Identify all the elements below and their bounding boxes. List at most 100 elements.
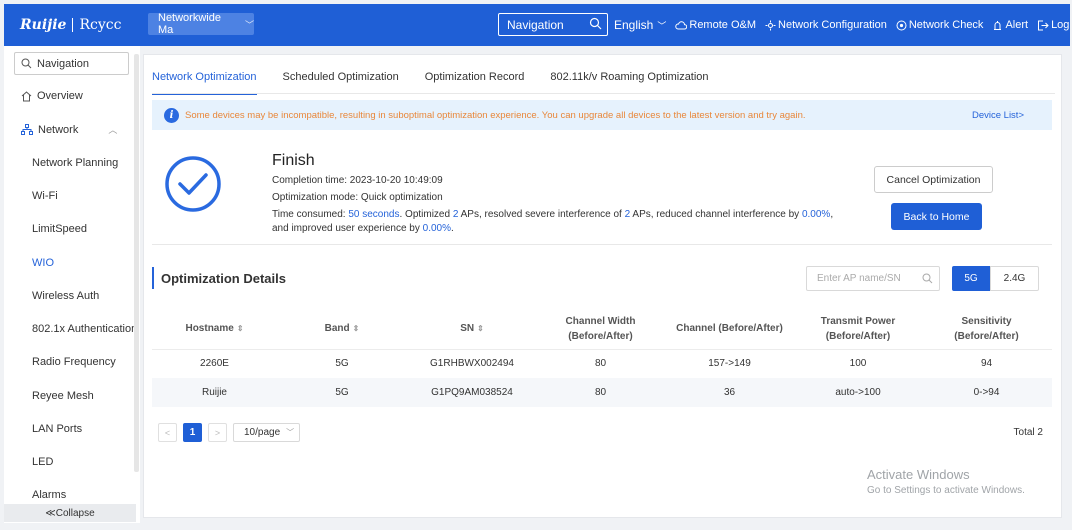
sidebar-item-network-planning[interactable]: Network Planning xyxy=(32,157,140,169)
alert-icon xyxy=(994,20,1002,30)
sidebar-item-wio[interactable]: WIO xyxy=(32,257,140,269)
col-band-label: Band xyxy=(324,323,350,335)
sidebar-item-limitspeed[interactable]: LimitSpeed xyxy=(32,223,140,235)
table-row: Ruijie 5G G1PQ9AM038524 80 36 auto->100 … xyxy=(152,378,1052,407)
page-1-button[interactable]: 1 xyxy=(183,423,202,442)
brand-logo: Ruijie Rcycc xyxy=(20,17,132,33)
col-sens-line2: (Before/After) xyxy=(954,330,1019,342)
chevron-down-icon: ﹀ xyxy=(244,19,254,30)
sidebar-item-reyee-mesh[interactable]: Reyee Mesh xyxy=(32,390,140,402)
cell-power: 100 xyxy=(795,348,921,378)
table-row: 2260E 5G G1RHBWX002494 80 157->149 100 9… xyxy=(152,348,1052,378)
sidebar-item-8021x-auth[interactable]: 802.1x Authentication xyxy=(32,323,140,335)
sidebar-search-input[interactable]: Navigation xyxy=(14,52,129,75)
ap-search-input[interactable]: Enter AP name/SN xyxy=(806,266,940,291)
col-hostname[interactable]: Hostname ⇕ xyxy=(152,309,277,349)
sidebar-item-wifi[interactable]: Wi-Fi xyxy=(32,190,140,202)
back-to-home-button[interactable]: Back to Home xyxy=(891,203,982,230)
improved-line: and improved user experience by 0.00%. xyxy=(272,223,454,234)
page-size-label: 10/page xyxy=(244,427,281,438)
col-transmit-power: Transmit Power (Before/After) xyxy=(795,309,921,349)
search-icon xyxy=(922,273,933,284)
network-configuration-label: Network Configuration xyxy=(778,19,887,31)
tab-optimization-record[interactable]: Optimization Record xyxy=(425,65,525,91)
tab-roaming-optimization[interactable]: 802.11k/v Roaming Optimization xyxy=(550,65,708,91)
time-consumed-line: Time consumed: 50 seconds. Optimized 2 A… xyxy=(272,209,833,220)
col-sens-line1: Sensitivity xyxy=(961,315,1012,327)
main-panel: Network Optimization Scheduled Optimizat… xyxy=(143,54,1062,518)
network-select[interactable]: Networkwide Ma ﹀ xyxy=(148,12,254,36)
language-label: English xyxy=(614,18,654,32)
language-select[interactable]: English ﹀ xyxy=(614,18,666,32)
sidebar-item-label: 802.1x Authentication xyxy=(32,323,138,335)
sidebar-item-wireless-auth[interactable]: Wireless Auth xyxy=(32,290,140,302)
ap-search-placeholder: Enter AP name/SN xyxy=(817,273,901,284)
time-consumed-value: 50 seconds xyxy=(348,209,400,220)
collapse-button[interactable]: ≪Collapse xyxy=(4,504,136,522)
optimization-mode: Optimization mode: Quick optimization xyxy=(272,192,443,203)
sort-icon: ⇕ xyxy=(477,324,484,334)
brand-ruijie: Ruijie xyxy=(20,17,67,33)
sidebar-item-label: Network Planning xyxy=(32,157,119,169)
sort-icon: ⇕ xyxy=(352,324,360,334)
collapse-label: ≪Collapse xyxy=(45,507,95,519)
next-page-button[interactable]: > xyxy=(208,423,227,442)
tab-bar: Network Optimization Scheduled Optimizat… xyxy=(152,65,735,95)
cell-power[interactable]: auto->100 xyxy=(795,378,921,407)
tab-network-optimization[interactable]: Network Optimization xyxy=(152,65,257,95)
tabs-divider xyxy=(152,93,1055,94)
completion-time: Completion time: 2023-10-20 10:49:09 xyxy=(272,175,443,186)
network-check-icon xyxy=(896,20,907,30)
col-hostname-label: Hostname xyxy=(185,323,234,335)
finish-title: Finish xyxy=(272,152,315,169)
logout-link[interactable]: Log Out xyxy=(1037,19,1072,31)
col-sn[interactable]: SN ⇕ xyxy=(407,309,537,349)
sidebar-item-alarms[interactable]: Alarms xyxy=(32,489,140,501)
page-size-select[interactable]: 10/page ﹀ xyxy=(233,423,300,442)
band-5g-button[interactable]: 5G xyxy=(952,266,990,291)
total-count: Total 2 xyxy=(1013,427,1043,438)
cell-hostname: 2260E xyxy=(152,348,277,378)
cell-band: 5G xyxy=(277,378,407,407)
cell-channel: 36 xyxy=(664,378,795,407)
cloud-icon xyxy=(675,21,688,30)
finish-check-icon xyxy=(165,156,221,212)
network-check-link[interactable]: Network Check xyxy=(896,19,983,31)
cell-sensitivity[interactable]: 0->94 xyxy=(921,378,1052,407)
col-channel-width: Channel Width (Before/After) xyxy=(537,309,664,349)
cancel-optimization-button[interactable]: Cancel Optimization xyxy=(874,166,993,193)
cell-channel[interactable]: 157->149 xyxy=(664,348,795,378)
remote-om-label: Remote O&M xyxy=(689,19,757,31)
col-band[interactable]: Band ⇕ xyxy=(277,309,407,349)
period-text: . xyxy=(451,223,454,234)
sidebar-item-label: Reyee Mesh xyxy=(32,390,94,402)
watermark-line1: Activate Windows xyxy=(867,467,970,482)
pagination: < 1 > 10/page ﹀ xyxy=(158,423,300,442)
sidebar-item-lan-ports[interactable]: LAN Ports xyxy=(32,423,140,435)
sidebar-item-network[interactable]: Network ︿ xyxy=(21,123,140,136)
sidebar-item-overview[interactable]: Overview xyxy=(21,90,140,102)
sidebar-item-radio-frequency[interactable]: Radio Frequency xyxy=(32,356,140,368)
cell-sn: G1RHBWX002494 xyxy=(407,348,537,378)
optimization-details-table: Hostname ⇕ Band ⇕ SN ⇕ Channel Width (Before… xyxy=(152,309,1052,407)
resolved-text: APs, resolved severe interference of xyxy=(458,209,625,220)
nav-search-input[interactable]: Navigation xyxy=(498,13,608,36)
nav-search-label: Navigation xyxy=(507,17,564,32)
band-24g-button[interactable]: 2.4G xyxy=(990,266,1039,291)
alert-link[interactable]: Alert xyxy=(992,19,1028,31)
network-configuration-link[interactable]: Network Configuration xyxy=(765,19,887,31)
sidebar-item-label: Overview xyxy=(37,90,83,102)
col-power-line1: Transmit Power xyxy=(820,315,896,327)
tab-scheduled-optimization[interactable]: Scheduled Optimization xyxy=(283,65,399,91)
network-config-icon xyxy=(765,20,776,30)
prev-page-button[interactable]: < xyxy=(158,423,177,442)
time-consumed-prefix: Time consumed: xyxy=(272,209,349,220)
sidebar-scrollbar[interactable] xyxy=(134,54,139,472)
home-icon xyxy=(21,90,32,101)
sidebar-item-led[interactable]: LED xyxy=(32,456,140,468)
sidebar-item-label: Network xyxy=(38,123,79,136)
device-list-link[interactable]: Device List> xyxy=(972,110,1024,121)
cell-band: 5G xyxy=(277,348,407,378)
remote-om-link[interactable]: Remote O&M xyxy=(675,19,756,31)
search-icon xyxy=(589,17,602,30)
